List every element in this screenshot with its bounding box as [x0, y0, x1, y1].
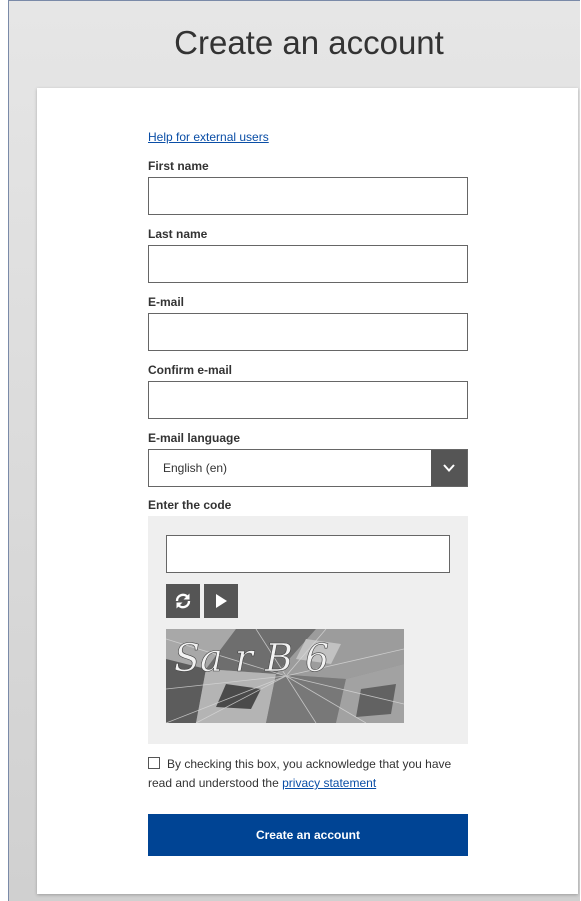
confirm-email-input[interactable] — [148, 381, 468, 419]
last-name-label: Last name — [148, 227, 208, 241]
email-label: E-mail — [148, 295, 185, 309]
dropdown-toggle[interactable] — [431, 450, 467, 486]
chevron-down-icon — [443, 464, 455, 472]
privacy-statement-link[interactable]: privacy statement — [282, 776, 376, 790]
page-title: Create an account — [174, 24, 444, 61]
first-name-label: First name — [148, 159, 209, 173]
email-language-label: E-mail language — [148, 431, 241, 445]
captcha-audio-play-button[interactable] — [204, 584, 238, 618]
registration-card: Help for external users First name Last … — [37, 88, 578, 894]
privacy-consent-checkbox[interactable] — [148, 757, 160, 769]
captcha-image: Sa r B 6 — [166, 629, 404, 723]
first-name-input[interactable] — [148, 177, 468, 215]
play-icon — [216, 594, 227, 608]
enter-code-label: Enter the code — [148, 498, 232, 512]
refresh-icon — [175, 593, 191, 609]
email-language-select[interactable]: English (en) — [148, 449, 468, 487]
confirm-email-label: Confirm e-mail — [148, 363, 233, 377]
consent-row: By checking this box, you acknowledge th… — [148, 755, 468, 793]
captcha-refresh-button[interactable] — [166, 584, 200, 618]
create-account-button[interactable]: Create an account — [148, 814, 468, 856]
captcha-code-input[interactable] — [166, 535, 450, 573]
email-language-value: English (en) — [163, 461, 228, 475]
help-external-users-link[interactable]: Help for external users — [148, 130, 269, 144]
email-input[interactable] — [148, 313, 468, 351]
last-name-input[interactable] — [148, 245, 468, 283]
captcha-image-text: Sa r B 6 — [174, 636, 329, 680]
captcha-panel: Sa r B 6 — [148, 516, 468, 744]
